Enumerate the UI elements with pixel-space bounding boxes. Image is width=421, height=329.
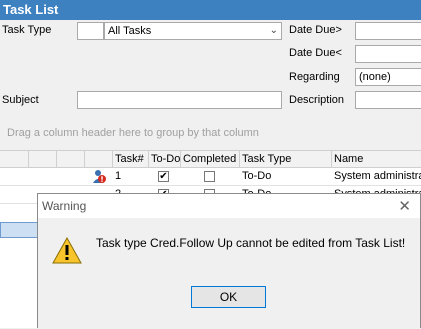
header-blank-3[interactable] [56, 151, 84, 167]
subject-label: Subject [2, 94, 39, 106]
description-field[interactable] [355, 91, 421, 109]
task-type-value: All Tasks [108, 25, 152, 37]
date-due-lt-label: Date Due< [289, 47, 342, 59]
column-header-task-no[interactable]: Task# [112, 151, 148, 167]
date-due-lt-field[interactable] [355, 45, 421, 63]
date-due-gt-field[interactable] [355, 22, 421, 40]
selected-row-indicator[interactable] [0, 222, 40, 238]
close-icon[interactable]: ✕ [398, 197, 411, 215]
column-header-completed[interactable]: Completed [180, 151, 239, 167]
regarding-label: Regarding [289, 71, 340, 83]
name-cell: System administra [334, 170, 421, 182]
group-by-area[interactable]: Drag a column header here to group by th… [0, 118, 421, 148]
task-type-label: Task Type [2, 24, 52, 36]
ok-button[interactable]: OK [191, 286, 266, 308]
table-row[interactable]: 1 ✔ To-Do System administra [0, 168, 421, 186]
todo-checkbox[interactable]: ✔ [158, 171, 169, 182]
header-blank-4[interactable] [84, 151, 112, 167]
window-title: Task List [0, 0, 421, 20]
completed-checkbox[interactable] [204, 171, 215, 182]
dialog-title: Warning [38, 194, 420, 218]
header-blank-2[interactable] [28, 151, 56, 167]
task-type-dropdown[interactable]: All Tasks ⌄ [104, 22, 282, 40]
warning-icon [52, 236, 82, 267]
regarding-dropdown[interactable]: (none) [355, 68, 421, 86]
task-no-cell: 1 [115, 170, 122, 182]
grid-header: Task# To-Do Completed Task Type Name [0, 150, 421, 168]
column-header-task-type[interactable]: Task Type [239, 151, 331, 167]
task-type-cell: To-Do [242, 170, 272, 182]
column-header-todo[interactable]: To-Do [148, 151, 180, 167]
subject-field[interactable] [77, 91, 282, 109]
regarding-value: (none) [359, 71, 391, 83]
dialog-message: Task type Cred.Follow Up cannot be edite… [96, 236, 406, 250]
task-type-code-field[interactable] [77, 22, 104, 40]
date-due-gt-label: Date Due> [289, 24, 342, 36]
warning-dialog: Warning ✕ Task type Cred.Follow Up canno… [37, 193, 421, 329]
header-blank-1[interactable] [0, 151, 28, 167]
chevron-down-icon[interactable]: ⌄ [270, 23, 278, 39]
column-header-name[interactable]: Name [331, 151, 421, 167]
dialog-body: Task type Cred.Follow Up cannot be edite… [38, 218, 420, 329]
description-label: Description [289, 94, 345, 106]
